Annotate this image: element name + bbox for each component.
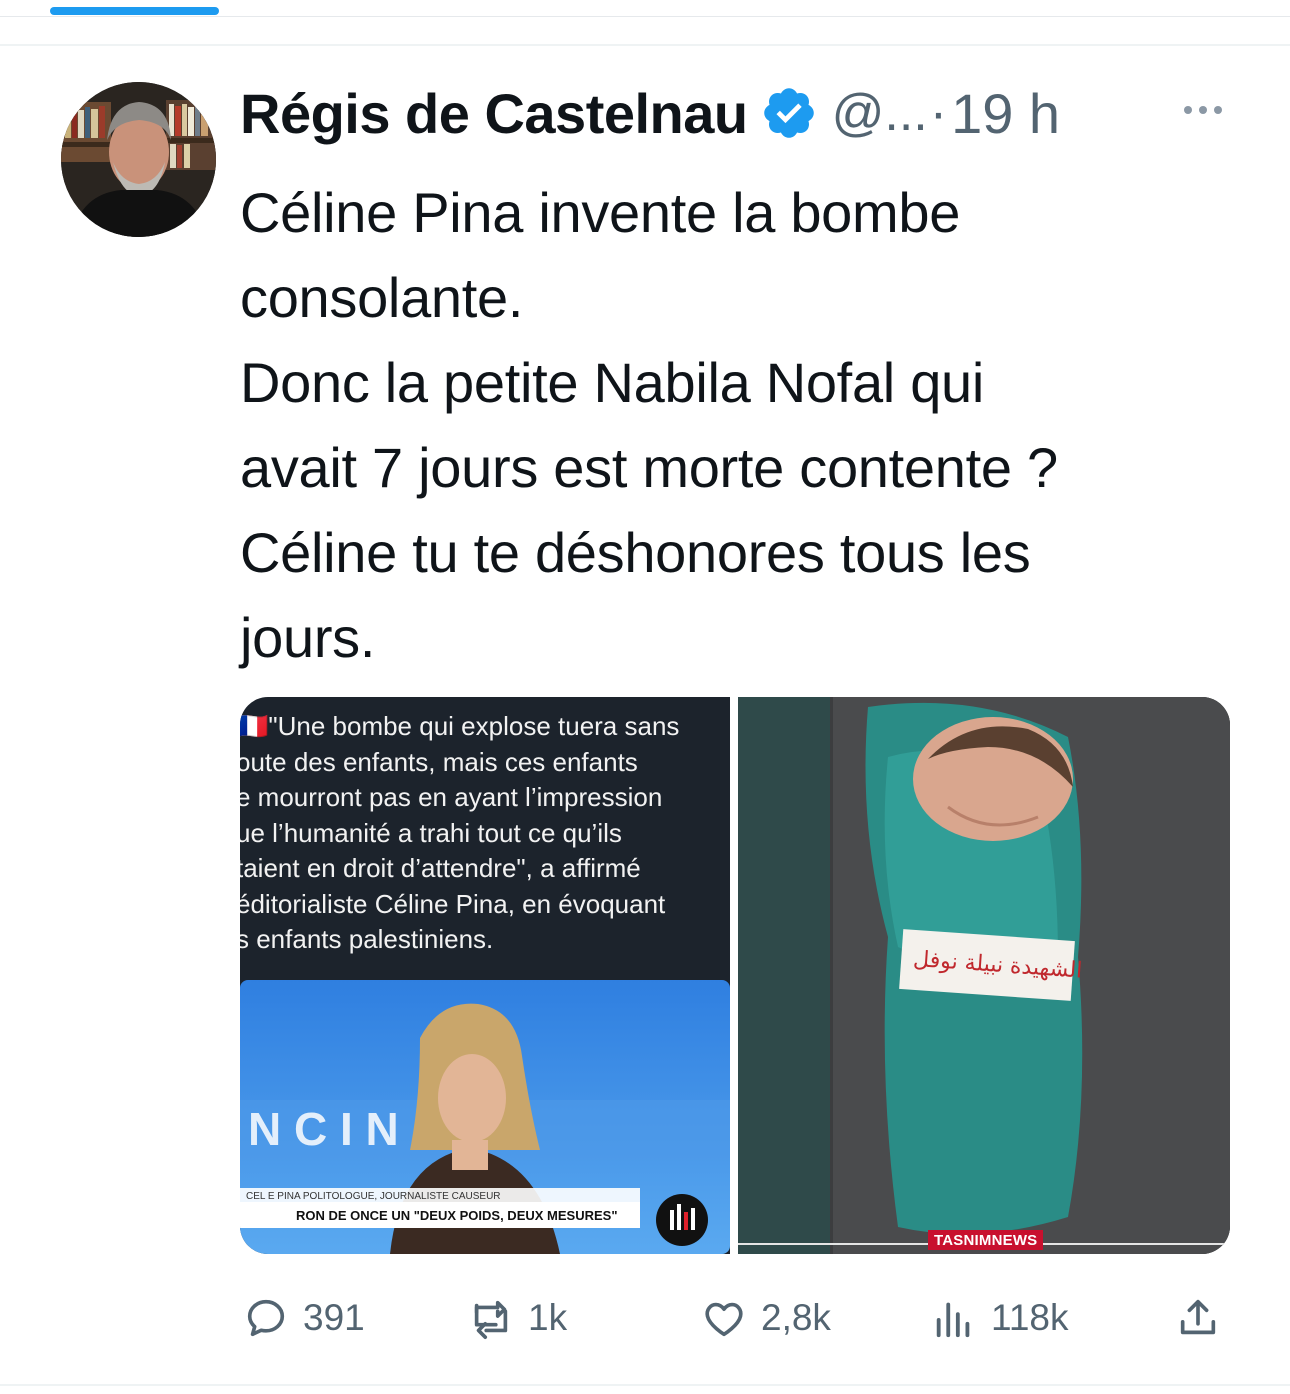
- like-icon: [705, 1302, 743, 1337]
- author-name[interactable]: Régis de Castelnau: [240, 81, 748, 146]
- action-bar: 391 1k 2,8k 118k: [243, 1290, 1233, 1346]
- like-count: 2,8k: [761, 1297, 831, 1338]
- chyron-name: CEL E PINA POLITOLOGUE, JOURNALISTE CAUS…: [246, 1191, 501, 1202]
- active-tab-indicator: [50, 7, 219, 15]
- retweet-count: 1k: [528, 1297, 568, 1338]
- separator: ·: [929, 84, 948, 142]
- views-count: 118k: [991, 1297, 1069, 1338]
- media-grid: 🇫🇷"Une bombe qui explose tuera sans oute…: [240, 697, 1230, 1254]
- verified-badge-icon: [760, 84, 818, 142]
- bottom-divider: [0, 1384, 1290, 1386]
- quote-caption: 🇫🇷"Une bombe qui explose tuera sans oute…: [240, 711, 680, 954]
- retweet-icon: [474, 1300, 508, 1339]
- views-button[interactable]: 118k: [931, 1290, 1069, 1346]
- chyron-text: RON DE ONCE UN "DEUX POIDS, DEUX MESURES…: [296, 1208, 617, 1223]
- tweet-header: Régis de Castelnau @... · 19 h: [240, 78, 1060, 148]
- reply-button[interactable]: 391: [243, 1290, 365, 1346]
- top-border: [0, 16, 1290, 17]
- reply-icon: [247, 1299, 285, 1337]
- watermark: TASNIMNEWS: [928, 1230, 1044, 1250]
- like-button[interactable]: 2,8k: [701, 1290, 831, 1346]
- baby-photo: الشهيدة نبيلة نوفل: [738, 697, 1230, 1254]
- timestamp[interactable]: 19 h: [951, 81, 1060, 146]
- views-icon: [936, 1302, 970, 1338]
- retweet-button[interactable]: 1k: [468, 1290, 567, 1346]
- media-image-quote[interactable]: 🇫🇷"Une bombe qui explose tuera sans oute…: [240, 697, 730, 1254]
- media-image-baby[interactable]: الشهيدة نبيلة نوفل TASNIMNEWS: [738, 697, 1230, 1254]
- tweet-text: Céline Pina invente la bombe consolante.…: [240, 181, 1058, 669]
- author-handle[interactable]: @...: [832, 83, 928, 143]
- avatar[interactable]: [61, 82, 216, 237]
- share-button[interactable]: [1175, 1290, 1235, 1346]
- studio-letters: N C I N: [248, 1103, 399, 1155]
- more-horizontal-icon[interactable]: [1181, 98, 1225, 122]
- tv-screenshot: N C I N CEL E PINA POLITOLOGUE, JOURNALI…: [240, 980, 730, 1254]
- header-divider: [0, 44, 1290, 46]
- share-icon: [1180, 1299, 1216, 1335]
- reply-count: 391: [303, 1297, 365, 1338]
